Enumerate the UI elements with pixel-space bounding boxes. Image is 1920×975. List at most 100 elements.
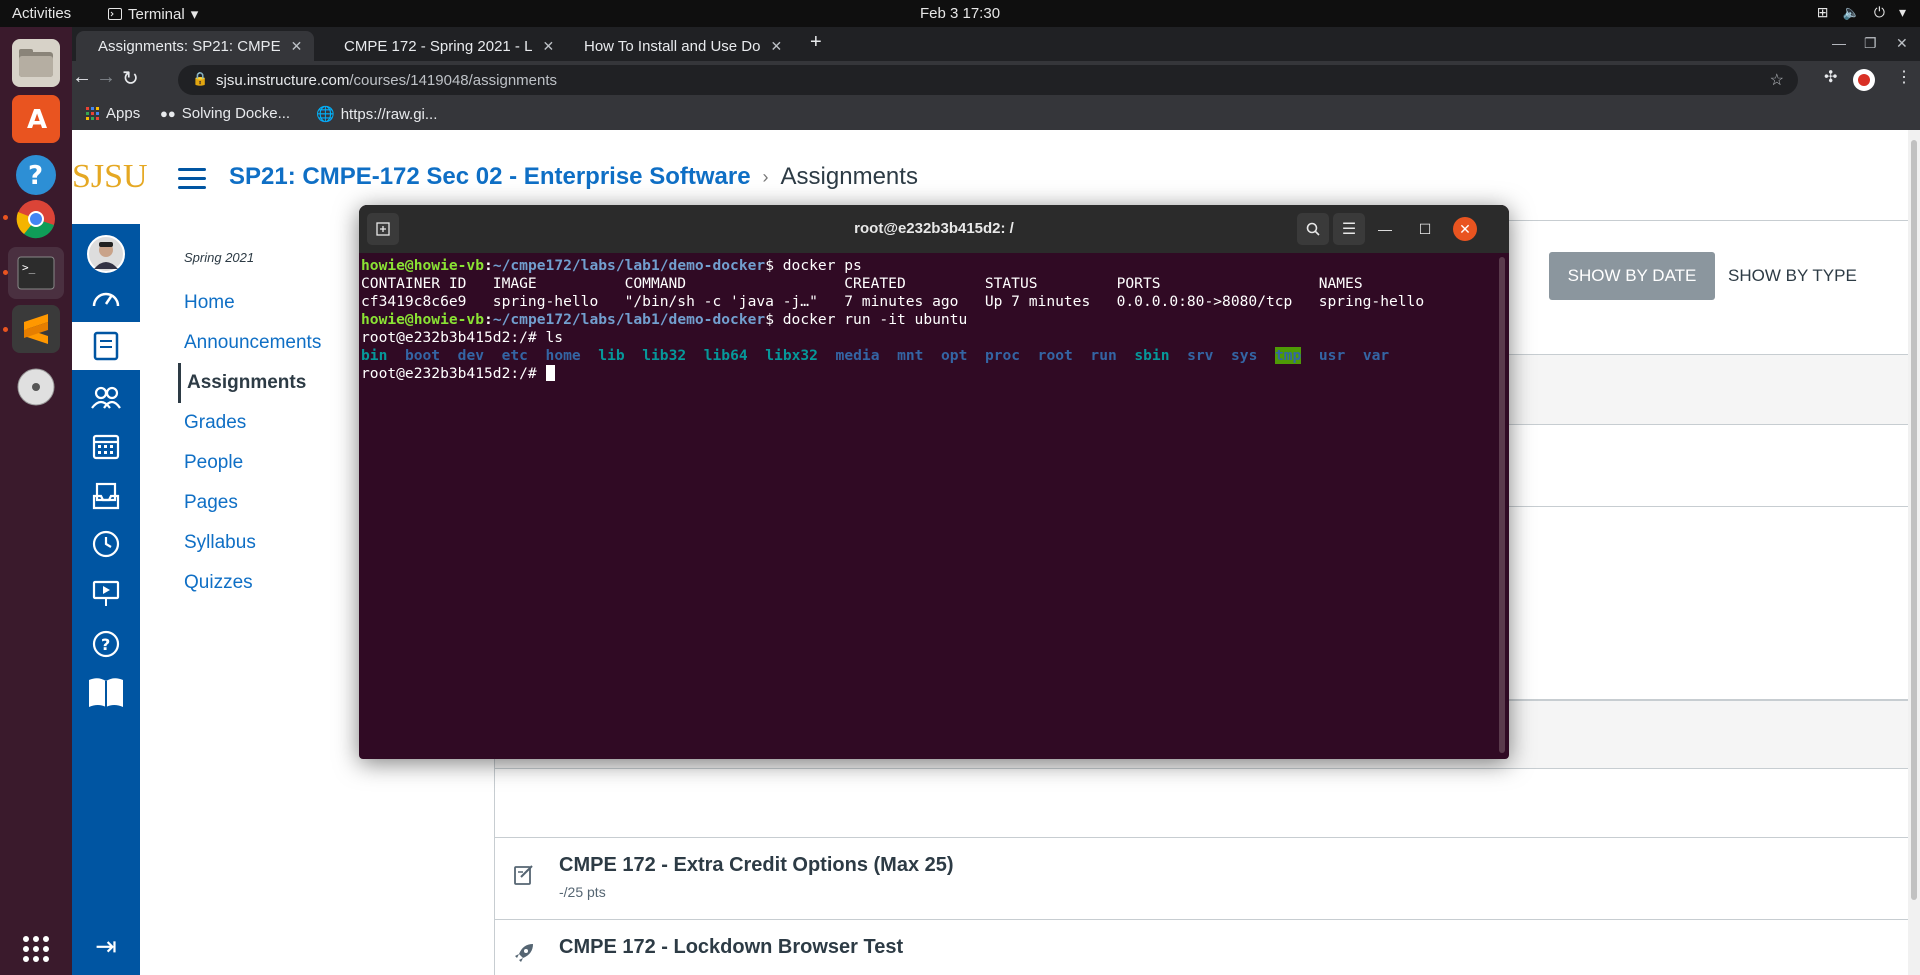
medium-icon: ●● — [160, 106, 176, 121]
maximize-icon[interactable]: ☐ — [1413, 217, 1437, 241]
reload-icon[interactable]: ↻ — [122, 66, 139, 91]
ls-entry-media: media — [835, 347, 880, 364]
account-avatar[interactable] — [84, 232, 128, 276]
forward-icon[interactable]: → — [96, 66, 116, 89]
tab-zoom[interactable]: CMPE 172 - Spring 2021 - L ✕ — [322, 31, 554, 61]
ls-output-line: bin boot dev etc home lib lib32 lib64 li… — [361, 347, 1489, 365]
breadcrumb-course-link[interactable]: SP21: CMPE-172 Sec 02 - Enterprise Softw… — [229, 163, 751, 191]
prompt-path: ~/cmpe172/labs/lab1/demo-docker — [492, 257, 766, 274]
ls-entry-boot: boot — [404, 347, 441, 364]
studio-icon[interactable] — [84, 572, 128, 616]
tab-assignments[interactable]: Assignments: SP21: CMPE ✕ — [76, 31, 314, 61]
close-tab-icon[interactable]: ✕ — [542, 38, 554, 55]
url-host: sjsu.instructure.com — [216, 71, 350, 89]
new-tab-button[interactable]: + — [810, 31, 822, 54]
course-nav-people[interactable]: People — [178, 443, 368, 483]
close-tab-icon[interactable]: ✕ — [770, 38, 782, 55]
ls-entry-lib: lib — [598, 347, 625, 364]
inbox-icon[interactable] — [84, 474, 128, 518]
minimize-icon[interactable]: — — [1373, 217, 1397, 241]
terminal-line: root@e232b3b415d2:/# ls — [361, 329, 1489, 347]
running-indicator — [3, 215, 8, 220]
help-icon[interactable]: ? — [12, 151, 60, 199]
prompt-dollar: $ — [765, 311, 783, 328]
address-bar[interactable]: 🔒 sjsu.instructure.com/courses/1419048/a… — [178, 65, 1798, 95]
assignment-row[interactable]: CMPE 172 - Extra Credit Options (Max 25)… — [494, 838, 1920, 920]
calendar-icon[interactable] — [84, 424, 128, 468]
globe-icon: 🌐 — [316, 106, 335, 123]
profile-avatar[interactable] — [1853, 69, 1875, 91]
course-nav-syllabus[interactable]: Syllabus — [178, 523, 368, 563]
ls-entry-bin: bin — [361, 347, 388, 364]
dashboard-icon[interactable] — [84, 276, 128, 320]
system-tray[interactable]: ⊞ 🔈 ⏻ ▾ — [1817, 4, 1906, 21]
sjsu-logo[interactable]: SJSU — [72, 158, 148, 196]
tab-digitalocean[interactable]: How To Install and Use Do ✕ — [562, 31, 794, 61]
url-path: /courses/1419048/assignments — [349, 71, 558, 89]
terminal-scrollbar[interactable] — [1499, 257, 1505, 753]
minimize-icon[interactable]: — — [1832, 35, 1846, 51]
course-nav-quizzes[interactable]: Quizzes — [178, 563, 368, 603]
groups-icon[interactable] — [84, 376, 128, 420]
close-window-icon[interactable]: ✕ — [1896, 35, 1908, 52]
ls-entry-libx32: libx32 — [765, 347, 818, 364]
menu-kebab-icon[interactable]: ⋮ — [1896, 67, 1912, 87]
page-scrollbar[interactable] — [1908, 130, 1920, 975]
terminal-dock-icon[interactable]: >_ — [8, 247, 64, 299]
show-applications-icon[interactable] — [12, 925, 60, 973]
course-term: Spring 2021 — [184, 250, 255, 265]
hamburger-menu-icon[interactable]: ☰ — [1333, 213, 1365, 245]
course-nav-home[interactable]: Home — [178, 283, 368, 323]
ubuntu-dock: A ? >_ — [0, 27, 72, 975]
terminal-window: root@e232b3b415d2: / ☰ — ☐ ✕ howie@howie… — [359, 205, 1509, 759]
bookmark-star-icon[interactable]: ☆ — [1770, 70, 1784, 90]
courses-icon[interactable] — [72, 322, 140, 370]
clock[interactable]: Feb 3 17:30 — [0, 5, 1920, 22]
help-circle-icon[interactable]: ? — [84, 622, 128, 666]
scrollbar-thumb[interactable] — [1911, 140, 1917, 900]
dvd-drive-icon[interactable] — [12, 363, 60, 411]
hamburger-menu-icon[interactable] — [178, 168, 206, 189]
course-nav-announcements[interactable]: Announcements — [178, 323, 368, 363]
assignment-title[interactable]: CMPE 172 - Lockdown Browser Test — [559, 936, 903, 959]
svg-text:>_: >_ — [22, 261, 36, 274]
ps-header-line: CONTAINER ID IMAGE COMMAND CREATED STATU… — [361, 275, 1363, 292]
show-by-type-button[interactable]: SHOW BY TYPE — [1728, 252, 1857, 300]
sublime-text-icon[interactable] — [12, 305, 60, 353]
ls-entry-home: home — [545, 347, 581, 364]
close-icon[interactable]: ✕ — [1453, 217, 1477, 241]
files-icon[interactable] — [12, 39, 60, 87]
bookmark-raw-github[interactable]: 🌐 https://raw.gi... — [316, 105, 437, 124]
assignment-row[interactable]: CMPE 172 - Lockdown Browser Test — [494, 920, 1920, 975]
back-icon[interactable]: ← — [72, 66, 92, 89]
terminal-titlebar[interactable]: root@e232b3b415d2: / ☰ — ☐ ✕ — [359, 205, 1509, 253]
ls-entry-sbin: sbin — [1134, 347, 1170, 364]
close-tab-icon[interactable]: ✕ — [291, 38, 303, 55]
extensions-icon[interactable]: ✣ — [1824, 67, 1837, 87]
course-nav-pages[interactable]: Pages — [178, 483, 368, 523]
assignment-row[interactable] — [494, 768, 1920, 838]
chevron-right-icon: › — [762, 166, 769, 187]
command-text: docker run -it ubuntu — [782, 311, 968, 328]
toolbar: ← → ↻ 🔒 sjsu.instructure.com/courses/141… — [72, 61, 1920, 99]
power-icon: ⏻ — [1873, 4, 1885, 20]
chrome-icon[interactable] — [12, 195, 60, 243]
ls-entry-lib32: lib32 — [642, 347, 687, 364]
quiz-icon — [513, 864, 535, 892]
library-book-icon[interactable] — [84, 670, 128, 714]
collapse-nav-icon[interactable]: ⇥ — [84, 924, 128, 968]
bookmark-apps[interactable]: Apps — [86, 105, 140, 122]
terminal-output[interactable]: howie@howie-vb:~/cmpe172/labs/lab1/demo-… — [361, 257, 1489, 753]
history-icon[interactable] — [84, 522, 128, 566]
software-center-icon[interactable]: A — [12, 95, 60, 143]
ls-entry-opt: opt — [941, 347, 968, 364]
restore-icon[interactable]: ❐ — [1864, 35, 1877, 52]
assignment-title[interactable]: CMPE 172 - Extra Credit Options (Max 25) — [559, 854, 954, 877]
bookmark-solving-docker[interactable]: ●● Solving Docke... — [160, 105, 290, 122]
svg-text:?: ? — [101, 635, 110, 654]
search-icon[interactable] — [1297, 213, 1329, 245]
ls-entry-srv: srv — [1187, 347, 1214, 364]
show-by-date-button[interactable]: SHOW BY DATE — [1549, 252, 1715, 300]
course-nav-assignments[interactable]: Assignments — [178, 363, 368, 403]
course-nav-grades[interactable]: Grades — [178, 403, 368, 443]
